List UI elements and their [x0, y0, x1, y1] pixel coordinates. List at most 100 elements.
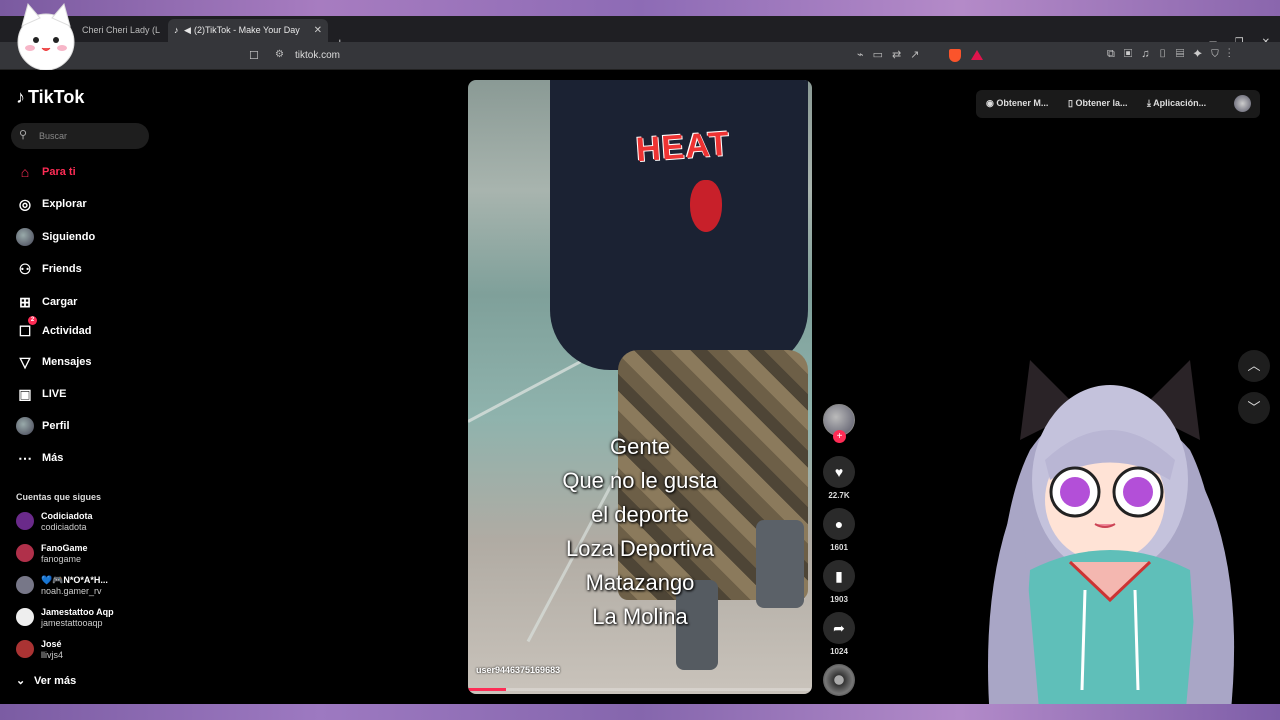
account-name: Jamestattoo Aqp: [41, 607, 114, 617]
bookmark-icon[interactable]: ☐: [249, 49, 259, 62]
comment-button[interactable]: ● 1601: [823, 508, 855, 552]
video-progress-bar[interactable]: [468, 688, 812, 691]
upload-icon: ⊞: [19, 294, 31, 310]
music-disc-icon[interactable]: [823, 664, 855, 696]
comment-icon: ●: [823, 508, 855, 540]
account-item[interactable]: José llivjs4: [14, 636, 154, 664]
like-button[interactable]: ♥ 22.7K: [823, 456, 855, 500]
compass-icon: ◎: [18, 196, 32, 212]
search-icon: ⚲: [19, 129, 28, 141]
nav-label: Siguiendo: [42, 231, 96, 243]
chevron-down-icon: ⌄: [16, 675, 26, 687]
nav-following[interactable]: Siguiendo: [14, 226, 154, 250]
account-item[interactable]: Jamestattoo Aqp jamestattooaqp: [14, 604, 154, 632]
account-name: José: [41, 639, 62, 649]
top-action-label: Obtener la...: [1075, 98, 1128, 108]
nav-label: Más: [42, 452, 64, 464]
get-app-button[interactable]: ▯ Obtener la...: [1068, 98, 1127, 109]
close-tab-icon[interactable]: ✕: [314, 19, 322, 42]
tab-cheri-cheri-lady[interactable]: Cheri Cheri Lady (L: [82, 19, 168, 42]
comment-count: 1601: [830, 543, 848, 552]
account-item[interactable]: 💙🎮N*O*A*H... noah.gamer_rv: [14, 572, 154, 600]
save-count: 1903: [830, 595, 848, 604]
stream-frame-top: [0, 0, 1280, 16]
nav-label: Friends: [42, 263, 82, 275]
live-icon: ▣: [18, 386, 32, 402]
hoodie-figure: [550, 80, 808, 370]
nav-friends[interactable]: ⚇ Friends: [14, 258, 154, 282]
profile-avatar-icon: [16, 417, 34, 435]
toolbar-extension-icons[interactable]: ⧉▣♫▯▤✦⛉⋮: [1107, 48, 1240, 61]
see-more-label: Ver más: [34, 675, 77, 687]
desktop-app-button[interactable]: ⤓ Aplicación...: [1147, 98, 1206, 109]
brave-shield-icon[interactable]: [949, 49, 961, 62]
video-player[interactable]: HEAT Gente Que no le gusta el deporte Lo…: [468, 80, 812, 694]
address-action-icons[interactable]: ⌁▭⇄↗: [857, 48, 928, 61]
nav-label: LIVE: [42, 388, 67, 400]
friends-icon: ⚇: [18, 261, 32, 277]
nav-profile[interactable]: Perfil: [14, 415, 154, 439]
speaker-icon[interactable]: ◀: [184, 19, 194, 42]
search-box[interactable]: ⚲: [11, 123, 149, 149]
tab-title: (2)TikTok - Make Your Day: [194, 25, 300, 35]
nav-label: Perfil: [42, 420, 70, 432]
top-actions-bar: ◉ Obtener M... ▯ Obtener la... ⤓ Aplicac…: [976, 90, 1260, 118]
like-count: 22.7K: [828, 491, 850, 500]
logo-text: TikTok: [28, 87, 85, 107]
top-action-label: Aplicación...: [1153, 98, 1207, 108]
share-button[interactable]: ➦ 1024: [823, 612, 855, 656]
caption-line: Que no le gusta: [562, 468, 718, 493]
nav-label: Cargar: [42, 296, 78, 308]
video-caption: Gente Que no le gusta el deporte Loza De…: [468, 430, 812, 634]
video-progress-fill: [468, 688, 506, 691]
account-item[interactable]: FanoGame fanogame: [14, 540, 154, 568]
save-button[interactable]: ▮ 1903: [823, 560, 855, 604]
coin-icon: ◉: [986, 98, 997, 108]
search-input[interactable]: [37, 127, 142, 145]
caption-line: Loza Deportiva: [566, 536, 714, 561]
caption-line: el deporte: [591, 502, 689, 527]
nav-explore[interactable]: ◎ Explorar: [14, 193, 154, 217]
nav-upload[interactable]: ⊞ Cargar: [14, 291, 154, 315]
video-author[interactable]: user9446375169683: [476, 665, 560, 675]
tiktok-logo[interactable]: ♪ TikTok: [16, 87, 84, 108]
tab-title: Cheri Cheri Lady (L: [82, 25, 161, 35]
nav-more[interactable]: ⋯ Más: [14, 447, 154, 471]
nav-live[interactable]: ▣ LIVE: [14, 383, 154, 407]
nav-activity[interactable]: ☐ 2 Actividad: [14, 316, 154, 344]
following-accounts-title: Cuentas que sigues: [16, 492, 102, 502]
send-icon: ▽: [19, 354, 31, 370]
account-avatar: [16, 608, 34, 626]
tab-tiktok[interactable]: ♪ ◀ (2)TikTok - Make Your Day ✕: [168, 19, 328, 42]
nav-label: Explorar: [42, 198, 87, 210]
site-settings-icon[interactable]: ⚙: [275, 49, 284, 60]
avatar-icon: [16, 228, 34, 246]
caption-line: Matazango: [585, 570, 695, 595]
browser-tab-bar: Cheri Cheri Lady (L ♪ ◀ (2)TikTok - Make Y…: [0, 16, 1280, 50]
see-more-button[interactable]: ⌄ Ver más: [16, 674, 76, 687]
hoodie-logo-text: HEAT: [634, 124, 732, 170]
brave-rewards-icon[interactable]: [971, 50, 983, 60]
notification-badge: 2: [28, 316, 37, 325]
follow-plus-icon[interactable]: +: [833, 430, 846, 443]
url-field[interactable]: tiktok.com: [295, 50, 340, 61]
account-name: Codiciadota: [41, 511, 93, 521]
account-avatar: [16, 576, 34, 594]
caption-line: Gente: [610, 434, 670, 459]
nav-label: Para ti: [42, 166, 76, 178]
account-name: 💙🎮N*O*A*H...: [41, 575, 108, 585]
get-coins-button[interactable]: ◉ Obtener M...: [986, 98, 1048, 109]
tiktok-note-icon: ♪: [16, 87, 25, 107]
basketball-logo-icon: [690, 180, 722, 232]
account-handle: llivjs4: [41, 650, 64, 660]
caption-line: La Molina: [592, 604, 688, 629]
user-avatar[interactable]: [1234, 95, 1251, 112]
heart-icon: ♥: [823, 456, 855, 488]
nav-label: Mensajes: [42, 356, 92, 368]
account-item[interactable]: Codiciadota codiciadota: [14, 508, 154, 536]
account-handle: codiciadota: [41, 522, 87, 532]
account-handle: noah.gamer_rv: [41, 586, 102, 596]
account-avatar: [16, 640, 34, 658]
nav-messages[interactable]: ▽ Mensajes: [14, 351, 154, 375]
nav-for-you[interactable]: ⌂ Para ti: [14, 161, 154, 185]
